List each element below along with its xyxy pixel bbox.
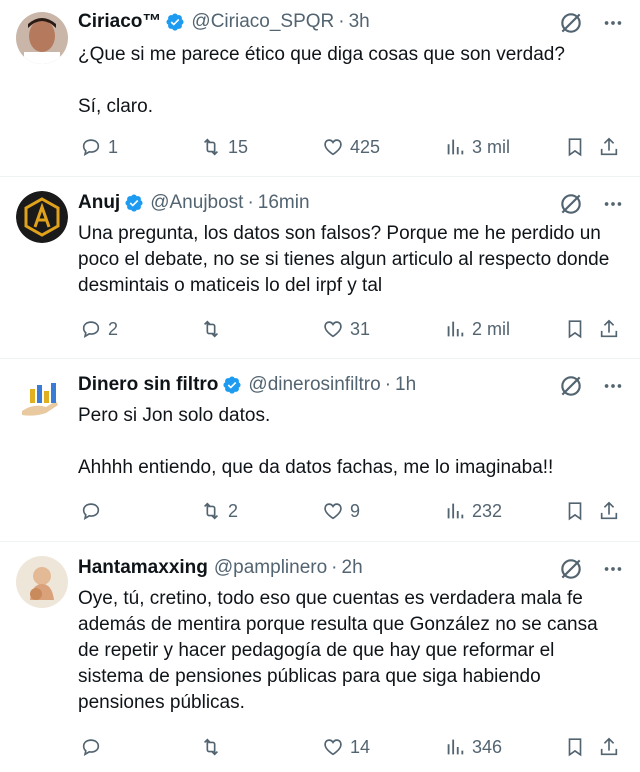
- timestamp[interactable]: 16min: [258, 192, 310, 214]
- avatar[interactable]: [16, 373, 68, 425]
- heart-icon: [324, 321, 342, 338]
- share-button[interactable]: [598, 136, 620, 158]
- like-button[interactable]: 425: [322, 136, 380, 158]
- grok-icon[interactable]: [558, 556, 584, 582]
- display-name[interactable]: Dinero sin filtro: [78, 374, 218, 396]
- avatar[interactable]: [16, 191, 68, 243]
- user-handle[interactable]: @dinerosinfiltro: [248, 374, 380, 396]
- retweet-button[interactable]: [200, 318, 228, 340]
- grok-icon[interactable]: [558, 10, 584, 36]
- reply-icon: [82, 739, 100, 757]
- analytics-icon: [447, 503, 464, 519]
- views-button[interactable]: 232: [444, 500, 502, 522]
- verified-badge-icon: [223, 376, 241, 394]
- share-button[interactable]: [598, 500, 620, 522]
- verified-badge-icon: [125, 194, 143, 212]
- reply-feed: Ciriaco™ @Ciriaco_SPQR · 3h ¿Que si me p…: [0, 0, 640, 772]
- bookmark-icon: [568, 738, 582, 757]
- display-name[interactable]: Ciriaco™: [78, 11, 161, 33]
- retweet-icon: [203, 738, 219, 756]
- bookmark-button[interactable]: [564, 318, 586, 340]
- reply-button[interactable]: 1: [80, 136, 118, 158]
- user-handle[interactable]: @Anujbost: [150, 192, 243, 214]
- tweet[interactable]: Dinero sin filtro @dinerosinfiltro · 1h …: [0, 359, 640, 542]
- display-name[interactable]: Hantamaxxing: [78, 557, 208, 579]
- views-button[interactable]: 346: [444, 736, 502, 758]
- more-options-icon[interactable]: [602, 558, 624, 580]
- bookmark-button[interactable]: [564, 136, 586, 158]
- reply-icon: [82, 321, 100, 339]
- retweet-icon: [203, 502, 219, 520]
- avatar[interactable]: [16, 556, 68, 608]
- grok-icon[interactable]: [558, 191, 584, 217]
- like-button[interactable]: 31: [322, 318, 370, 340]
- tweet-text: Pero si Jon solo datos. Ahhhh entiendo, …: [78, 405, 554, 478]
- heart-icon: [324, 503, 342, 520]
- like-button[interactable]: 14: [322, 736, 370, 758]
- timestamp[interactable]: 3h: [349, 11, 370, 33]
- tweet[interactable]: Hantamaxxing @pamplinero · 2h Oye, tú, c…: [0, 542, 640, 772]
- reply-icon: [82, 503, 100, 521]
- bookmark-icon: [568, 320, 582, 339]
- avatar[interactable]: [16, 12, 68, 64]
- more-options-icon[interactable]: [602, 12, 624, 34]
- tweet[interactable]: Ciriaco™ @Ciriaco_SPQR · 3h ¿Que si me p…: [0, 0, 640, 177]
- bookmark-button[interactable]: [564, 500, 586, 522]
- share-icon: [600, 737, 618, 756]
- analytics-icon: [447, 321, 464, 337]
- timestamp[interactable]: 2h: [342, 557, 363, 579]
- reply-button[interactable]: [80, 500, 108, 522]
- bookmark-icon: [568, 138, 582, 157]
- tweet[interactable]: Anuj @Anujbost · 16min Una pregunta, los…: [0, 177, 640, 359]
- grok-icon[interactable]: [558, 373, 584, 399]
- views-button[interactable]: 2 mil: [444, 318, 510, 340]
- tweet-text: Una pregunta, los datos son falsos? Porq…: [78, 223, 610, 296]
- tweet-text: Oye, tú, cretino, todo eso que cuentas e…: [78, 588, 598, 713]
- user-handle[interactable]: @pamplinero: [214, 557, 327, 579]
- heart-icon: [324, 139, 342, 156]
- reply-icon: [82, 139, 100, 157]
- share-icon: [600, 137, 618, 156]
- bookmark-icon: [568, 502, 582, 521]
- analytics-icon: [447, 139, 464, 155]
- tweet-text: ¿Que si me parece ético que diga cosas q…: [78, 44, 565, 117]
- reply-button[interactable]: 2: [80, 318, 118, 340]
- share-button[interactable]: [598, 736, 620, 758]
- like-button[interactable]: 9: [322, 500, 360, 522]
- share-icon: [600, 501, 618, 520]
- share-button[interactable]: [598, 318, 620, 340]
- user-handle[interactable]: @Ciriaco_SPQR: [191, 11, 334, 33]
- verified-badge-icon: [166, 13, 184, 31]
- timestamp[interactable]: 1h: [395, 374, 416, 396]
- share-icon: [600, 319, 618, 338]
- more-options-icon[interactable]: [602, 193, 624, 215]
- retweet-icon: [203, 138, 219, 156]
- retweet-button[interactable]: [200, 736, 228, 758]
- views-button[interactable]: 3 mil: [444, 136, 510, 158]
- display-name[interactable]: Anuj: [78, 192, 120, 214]
- more-options-icon[interactable]: [602, 375, 624, 397]
- retweet-button[interactable]: 15: [200, 136, 248, 158]
- reply-button[interactable]: [80, 736, 108, 758]
- bookmark-button[interactable]: [564, 736, 586, 758]
- heart-icon: [324, 739, 342, 756]
- retweet-icon: [203, 320, 219, 338]
- retweet-button[interactable]: 2: [200, 500, 238, 522]
- analytics-icon: [447, 739, 464, 755]
